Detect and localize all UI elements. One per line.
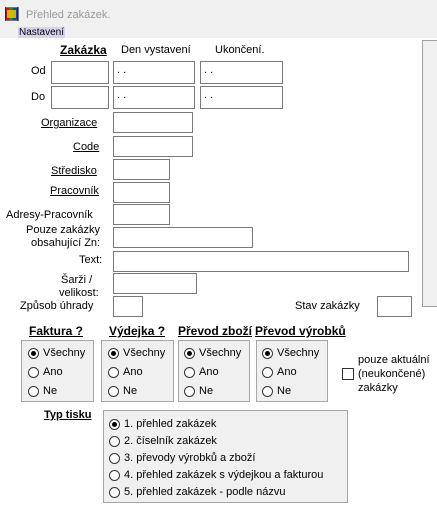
vydejka-option-ano[interactable]: Ano	[108, 366, 143, 378]
radio-icon	[109, 435, 120, 447]
do-ukonceni-input[interactable]: . .	[200, 86, 283, 109]
prevod-zbozi-group-title: Převod zboží	[178, 324, 253, 338]
pracovnik-label: Pracovník	[50, 185, 99, 197]
zpusob-uhrady-input[interactable]	[113, 296, 143, 317]
prevod-zbozi-option-vsechny[interactable]: Všechny	[184, 347, 241, 359]
stav-zakazky-label: Stav zakázky	[295, 300, 360, 312]
prevod-vyrobku-option-vsechny[interactable]: Všechny	[262, 347, 319, 359]
vydejka-option-ne[interactable]: Ne	[108, 385, 137, 397]
radio-icon	[28, 366, 39, 378]
radio-icon	[262, 385, 273, 397]
prevod-vyrobku-group-title: Převod výrobků	[255, 324, 346, 338]
typ-tisku-option-2[interactable]: 2. číselník zakázek	[109, 435, 217, 447]
radio-icon	[184, 366, 195, 378]
prevod-zbozi-option-ne[interactable]: Ne	[184, 385, 213, 397]
zpusob-uhrady-label: Způsob úhrady	[20, 300, 94, 312]
radio-selected-icon	[262, 347, 273, 359]
obsahujici-zn-label: obsahující Zn:	[31, 237, 101, 249]
text-input[interactable]	[113, 251, 409, 272]
radio-icon	[108, 366, 119, 378]
prevod-vyrobku-option-ne[interactable]: Ne	[262, 385, 291, 397]
prevod-vyrobku-option-ano[interactable]: Ano	[262, 366, 297, 378]
do-label: Do	[31, 91, 46, 103]
header-den-vystaveni: Den vystavení	[121, 44, 191, 56]
prevod-vyrobku-group: Všechny Ano Ne	[256, 340, 328, 402]
pouze-zakazky-input[interactable]	[113, 227, 253, 248]
stredisko-label: Středisko	[51, 165, 97, 177]
faktura-option-vsechny[interactable]: Všechny	[28, 347, 85, 359]
od-label: Od	[31, 65, 46, 77]
typ-tisku-option-4[interactable]: 4. přehled zakázek s výdejkou a fakturou	[109, 469, 323, 481]
radio-selected-icon	[109, 418, 120, 430]
stav-zakazky-input[interactable]	[377, 296, 412, 317]
radio-selected-icon	[28, 347, 39, 359]
code-label: Code	[73, 141, 100, 153]
vydejka-group: Všechny Ano Ne	[101, 340, 174, 402]
do-den-vystaveni-input[interactable]: . .	[113, 86, 195, 109]
prevod-zbozi-option-ano[interactable]: Ano	[184, 366, 219, 378]
do-zakazka-input[interactable]	[51, 86, 109, 109]
od-ukonceni-input[interactable]: . .	[200, 61, 283, 84]
radio-icon	[28, 385, 39, 397]
radio-icon	[262, 366, 273, 378]
radio-icon	[109, 486, 120, 498]
velikost-label: velikost:	[59, 287, 99, 299]
typ-tisku-group: 1. přehled zakázek 2. číselník zakázek 3…	[103, 410, 348, 503]
pouze-aktualni-label: pouze aktuální (neukončené) zakázky	[358, 354, 430, 394]
vydejka-option-vsechny[interactable]: Všechny	[108, 347, 165, 359]
stredisko-input[interactable]	[113, 159, 170, 180]
sarzi-label: Šarži /	[61, 274, 93, 286]
typ-tisku-option-3[interactable]: 3. převody výrobků a zboží	[109, 452, 255, 464]
header-ukonceni: Ukončení.	[215, 44, 265, 56]
text-label: Text:	[79, 254, 103, 266]
typ-tisku-option-5[interactable]: 5. přehled zakázek - podle názvu	[109, 486, 285, 498]
od-den-vystaveni-input[interactable]: . .	[113, 61, 195, 84]
app-icon	[4, 6, 19, 22]
menu-item-nastaveni[interactable]: Nastavení	[18, 27, 66, 38]
radio-icon	[109, 469, 120, 481]
vydejka-group-title: Výdejka ?	[109, 324, 166, 338]
adresy-pracovnik-label: Adresy-Pracovník	[6, 209, 93, 221]
pracovnik-input[interactable]	[113, 182, 170, 203]
od-zakazka-input[interactable]	[51, 61, 109, 84]
radio-selected-icon	[184, 347, 195, 359]
prevod-zbozi-group: Všechny Ano Ne	[178, 340, 250, 402]
faktura-group-title: Faktura ?	[29, 324, 84, 338]
side-panel	[422, 40, 437, 307]
header-zakazka: Zakázka	[60, 43, 107, 57]
typ-tisku-option-1[interactable]: 1. přehled zakázek	[109, 418, 216, 430]
faktura-option-ne[interactable]: Ne	[28, 385, 57, 397]
organizace-input[interactable]	[113, 112, 193, 133]
typ-tisku-title: Typ tisku	[44, 409, 92, 421]
organizace-label: Organizace	[41, 117, 98, 129]
pouze-aktualni-checkbox[interactable]	[342, 368, 354, 380]
faktura-group: Všechny Ano Ne	[21, 340, 94, 402]
radio-selected-icon	[108, 347, 119, 359]
radio-icon	[108, 385, 119, 397]
adresy-pracovnik-input[interactable]	[113, 204, 170, 225]
pouze-zakazky-label: Pouze zakázky	[26, 224, 100, 236]
radio-icon	[184, 385, 195, 397]
radio-icon	[109, 452, 120, 464]
code-input[interactable]	[113, 136, 193, 157]
sarzi-velikost-input[interactable]	[113, 273, 197, 294]
window-title: Přehled zakázek.	[26, 9, 111, 21]
faktura-option-ano[interactable]: Ano	[28, 366, 63, 378]
